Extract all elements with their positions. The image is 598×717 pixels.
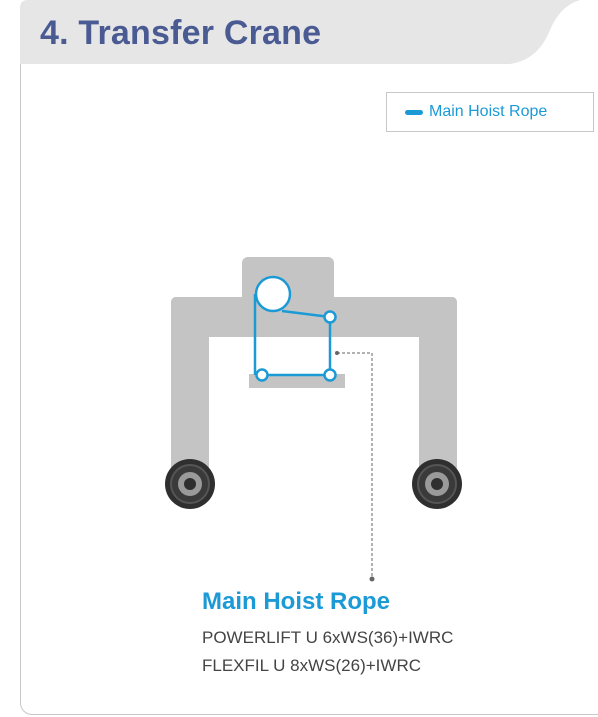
sheave-top-right [323,310,337,324]
spec-line: POWERLIFT U 6xWS(36)+IWRC [202,628,454,647]
left-leg [171,297,209,472]
right-leg [419,297,457,472]
sheave-bottom-left [255,368,269,382]
crane-structure [171,257,457,472]
callout-title: Main Hoist Rope [202,588,391,615]
drum [254,275,292,313]
spec-line: FLEXFIL U 8xWS(26)+IWRC [202,656,421,675]
sheave-bottom-right [323,368,337,382]
right-wheel [412,459,462,509]
left-wheel [165,459,215,509]
crane-top-beam [171,297,457,337]
